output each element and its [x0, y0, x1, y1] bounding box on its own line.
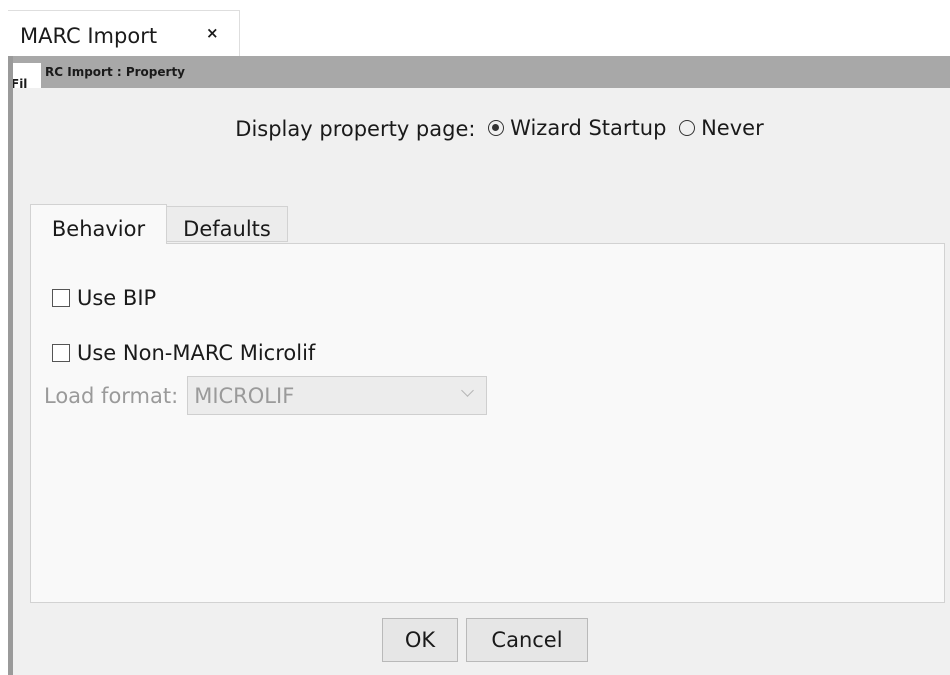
- tab-behavior[interactable]: Behavior: [30, 204, 167, 244]
- property-dialog: Fil RC Import : Property Display propert…: [8, 56, 950, 675]
- cancel-button[interactable]: Cancel: [466, 618, 588, 662]
- display-property-page-label: Display property page:: [235, 117, 476, 141]
- use-bip-checkbox-row[interactable]: Use BIP: [52, 286, 156, 310]
- radio-unselected-icon: [679, 120, 696, 136]
- title-overlap-text: Fil: [13, 63, 41, 88]
- radio-wizard-startup-label: Wizard Startup: [510, 116, 667, 140]
- document-tab-label: MARC Import: [20, 24, 158, 48]
- chevron-down-icon: [461, 384, 475, 397]
- ok-button[interactable]: OK: [382, 618, 458, 662]
- radio-never[interactable]: Never: [679, 116, 764, 140]
- load-format-value: MICROLIF: [194, 383, 295, 408]
- close-icon[interactable]: ×: [206, 26, 219, 41]
- radio-never-label: Never: [701, 116, 764, 140]
- load-format-label: Load format:: [44, 383, 179, 408]
- display-property-page-row: Display property page: Wizard Startup Ne…: [13, 116, 950, 141]
- use-non-marc-checkbox[interactable]: [52, 344, 70, 362]
- use-non-marc-checkbox-row[interactable]: Use Non-MARC Microlif: [52, 341, 315, 365]
- load-format-row: Load format: MICROLIF: [44, 376, 488, 415]
- radio-wizard-startup[interactable]: Wizard Startup: [488, 116, 666, 140]
- tab-defaults[interactable]: Defaults: [167, 206, 288, 242]
- document-tab-marc-import[interactable]: MARC Import ×: [8, 10, 240, 56]
- use-bip-label: Use BIP: [77, 286, 157, 310]
- dialog-titlebar[interactable]: Fil RC Import : Property: [13, 56, 950, 88]
- radio-selected-icon: [488, 120, 505, 136]
- dialog-title: RC Import : Property: [45, 65, 185, 79]
- use-bip-checkbox[interactable]: [52, 289, 70, 307]
- behavior-tab-panel: Use BIP Use Non-MARC Microlif Load forma…: [30, 243, 945, 603]
- use-non-marc-label: Use Non-MARC Microlif: [77, 341, 316, 365]
- load-format-select[interactable]: MICROLIF: [187, 376, 488, 415]
